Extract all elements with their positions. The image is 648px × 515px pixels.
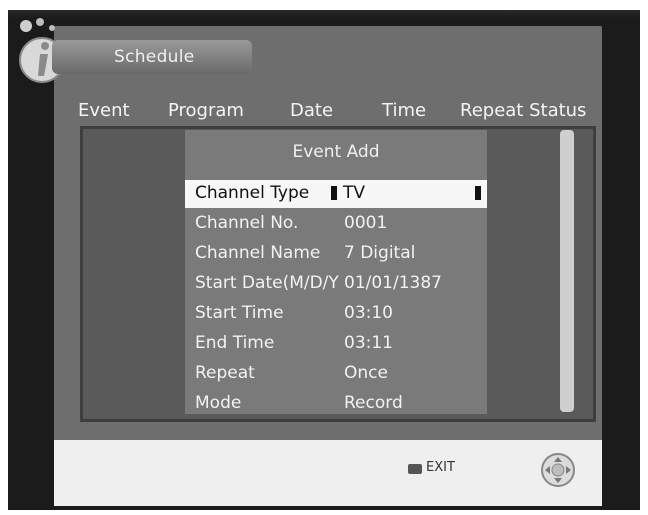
field-value: 7 Digital	[344, 243, 416, 263]
field-label: Repeat	[195, 363, 255, 383]
field-value: 03:11	[344, 333, 393, 353]
field-mode[interactable]: Mode Record	[185, 390, 487, 418]
field-value: 0001	[344, 213, 388, 233]
field-start-time[interactable]: Start Time 03:10	[185, 300, 487, 328]
screen-top-strip	[8, 10, 640, 18]
field-start-date[interactable]: Start Date(M/D/Y 01/01/1387	[185, 270, 487, 298]
field-channel-type[interactable]: Channel Type TV	[185, 180, 487, 208]
field-channel-no[interactable]: Channel No. 0001	[185, 210, 487, 238]
exit-button[interactable]: EXIT	[426, 460, 455, 475]
field-label: Channel Type	[195, 183, 310, 203]
left-arrow-icon[interactable]	[331, 186, 337, 200]
field-value: TV	[343, 183, 366, 203]
column-time: Time	[382, 100, 427, 121]
field-value: 03:10	[344, 303, 393, 323]
event-add-dialog: Event Add Channel Type TV Channel No. 00…	[185, 130, 487, 414]
field-label: Start Time	[195, 303, 284, 323]
field-label: Start Date(M/D/Y	[195, 273, 339, 293]
column-date: Date	[290, 100, 334, 121]
field-label: Channel Name	[195, 243, 321, 263]
column-event: Event	[78, 100, 130, 121]
field-label: Channel No.	[195, 213, 299, 233]
column-repeat-status: Repeat Status	[460, 100, 587, 121]
field-value: Record	[344, 393, 403, 413]
field-label: End Time	[195, 333, 275, 353]
column-headers: Event Program Date Time Repeat Status	[78, 88, 598, 124]
page-title: Schedule	[114, 47, 195, 67]
field-value: Once	[344, 363, 388, 383]
field-end-time[interactable]: End Time 03:11	[185, 330, 487, 358]
dialog-title: Event Add	[292, 142, 380, 162]
field-channel-name[interactable]: Channel Name 7 Digital	[185, 240, 487, 268]
field-label: Mode	[195, 393, 242, 413]
field-repeat[interactable]: Repeat Once	[185, 360, 487, 388]
field-value: 01/01/1387	[344, 273, 442, 293]
footer-bar: EXIT	[54, 440, 602, 506]
column-program: Program	[168, 100, 244, 121]
scrollbar[interactable]	[560, 130, 574, 412]
nav-dpad-icon	[541, 453, 575, 487]
right-arrow-icon[interactable]	[475, 186, 481, 200]
exit-key-icon	[408, 464, 422, 474]
tv-screen: Schedule Event Program Date Time Repeat …	[8, 10, 640, 510]
